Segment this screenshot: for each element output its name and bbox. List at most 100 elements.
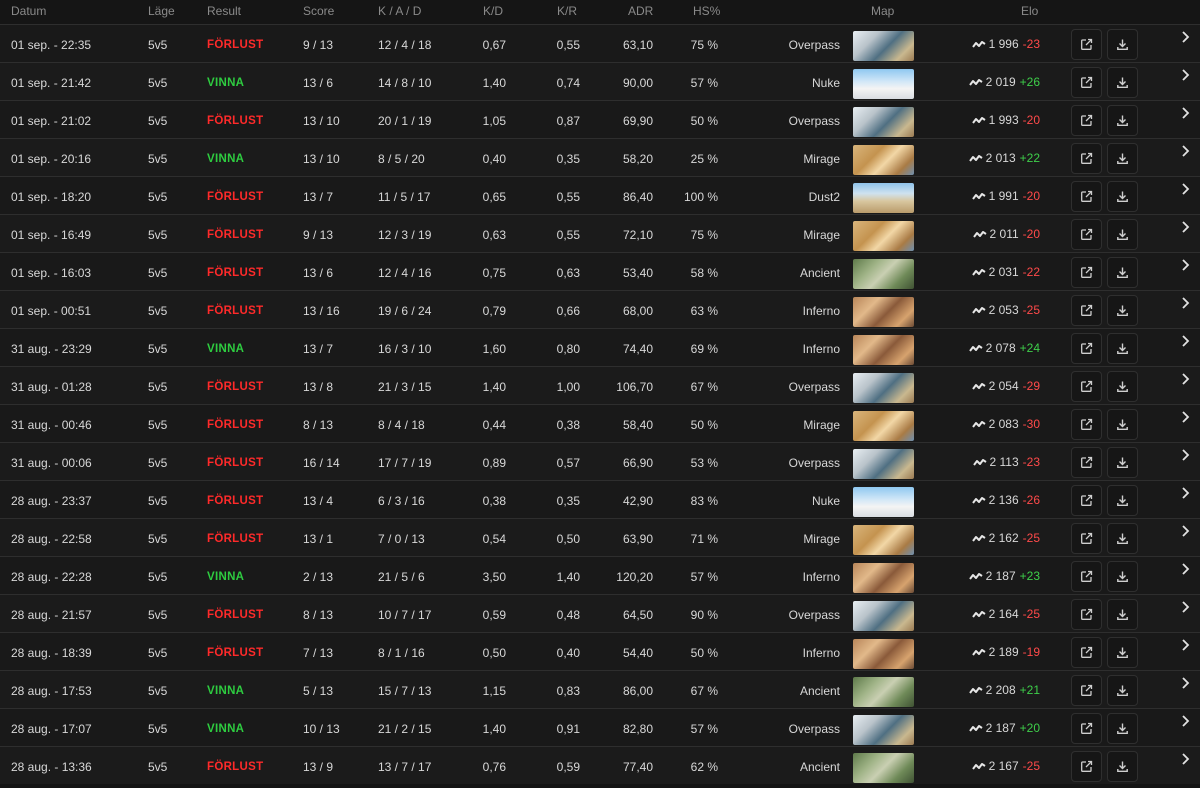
chevron-right-icon[interactable]: [1180, 713, 1190, 729]
open-match-button[interactable]: [1071, 561, 1102, 592]
match-score: 13 / 6: [303, 76, 334, 90]
download-demo-button[interactable]: [1107, 751, 1138, 782]
chevron-right-icon[interactable]: [1180, 295, 1190, 311]
chevron-right-icon[interactable]: [1180, 675, 1190, 691]
match-row-8[interactable]: 01 sep. - 00:51 5v5 FÖRLUST 13 / 16 19 /…: [0, 290, 1200, 328]
match-kd: 1,15: [482, 684, 506, 698]
open-match-button[interactable]: [1071, 333, 1102, 364]
download-demo-button[interactable]: [1107, 257, 1138, 288]
download-demo-button[interactable]: [1107, 371, 1138, 402]
match-row-17[interactable]: 28 aug. - 18:39 5v5 FÖRLUST 7 / 13 8 / 1…: [0, 632, 1200, 670]
download-demo-button[interactable]: [1107, 67, 1138, 98]
match-date: 28 aug. - 13:36: [11, 760, 92, 774]
col-mode-header[interactable]: Läge: [148, 4, 175, 18]
chevron-right-icon[interactable]: [1180, 29, 1190, 45]
chevron-right-icon[interactable]: [1180, 447, 1190, 463]
match-row-3[interactable]: 01 sep. - 21:02 5v5 FÖRLUST 13 / 10 20 /…: [0, 100, 1200, 138]
open-match-button[interactable]: [1071, 29, 1102, 60]
chevron-right-icon[interactable]: [1180, 219, 1190, 235]
download-demo-button[interactable]: [1107, 181, 1138, 212]
match-map-name: Dust2: [808, 190, 840, 204]
match-row-2[interactable]: 01 sep. - 21:42 5v5 VINNA 13 / 6 14 / 8 …: [0, 62, 1200, 100]
download-demo-button[interactable]: [1107, 219, 1138, 250]
col-elo-header[interactable]: Elo: [1021, 4, 1038, 18]
download-demo-button[interactable]: [1107, 105, 1138, 136]
open-match-button[interactable]: [1071, 257, 1102, 288]
col-hs-header[interactable]: HS%: [693, 4, 720, 18]
chevron-right-icon[interactable]: [1180, 523, 1190, 539]
match-row-6[interactable]: 01 sep. - 16:49 5v5 FÖRLUST 9 / 13 12 / …: [0, 214, 1200, 252]
download-demo-button[interactable]: [1107, 637, 1138, 668]
open-match-button[interactable]: [1071, 675, 1102, 706]
download-demo-button[interactable]: [1107, 143, 1138, 174]
match-row-7[interactable]: 01 sep. - 16:03 5v5 FÖRLUST 13 / 6 12 / …: [0, 252, 1200, 290]
chevron-right-icon[interactable]: [1180, 751, 1190, 767]
match-mode: 5v5: [148, 114, 168, 128]
open-match-button[interactable]: [1071, 105, 1102, 136]
open-match-button[interactable]: [1071, 67, 1102, 98]
match-row-1[interactable]: 01 sep. - 22:35 5v5 FÖRLUST 9 / 13 12 / …: [0, 24, 1200, 62]
chevron-right-icon[interactable]: [1180, 637, 1190, 653]
match-row-5[interactable]: 01 sep. - 18:20 5v5 FÖRLUST 13 / 7 11 / …: [0, 176, 1200, 214]
match-kd: 0,79: [482, 304, 506, 318]
download-demo-button[interactable]: [1107, 333, 1138, 364]
open-match-button[interactable]: [1071, 143, 1102, 174]
match-row-18[interactable]: 28 aug. - 17:53 5v5 VINNA 5 / 13 15 / 7 …: [0, 670, 1200, 708]
open-match-button[interactable]: [1071, 485, 1102, 516]
download-demo-button[interactable]: [1107, 409, 1138, 440]
download-demo-button[interactable]: [1107, 713, 1138, 744]
col-map-header[interactable]: Map: [871, 4, 894, 18]
match-row-10[interactable]: 31 aug. - 01:28 5v5 FÖRLUST 13 / 8 21 / …: [0, 366, 1200, 404]
download-demo-button[interactable]: [1107, 447, 1138, 478]
open-match-button[interactable]: [1071, 295, 1102, 326]
open-match-button[interactable]: [1071, 219, 1102, 250]
match-row-14[interactable]: 28 aug. - 22:58 5v5 FÖRLUST 13 / 1 7 / 0…: [0, 518, 1200, 556]
open-match-button[interactable]: [1071, 751, 1102, 782]
chevron-right-icon[interactable]: [1180, 599, 1190, 615]
chevron-right-icon[interactable]: [1180, 143, 1190, 159]
open-match-button[interactable]: [1071, 637, 1102, 668]
download-demo-button[interactable]: [1107, 675, 1138, 706]
match-result: FÖRLUST: [207, 533, 264, 545]
chevron-right-icon[interactable]: [1180, 371, 1190, 387]
download-demo-button[interactable]: [1107, 295, 1138, 326]
match-row-12[interactable]: 31 aug. - 00:06 5v5 FÖRLUST 16 / 14 17 /…: [0, 442, 1200, 480]
elo-delta: -25: [1022, 607, 1040, 621]
chevron-right-icon[interactable]: [1180, 333, 1190, 349]
col-kad-header[interactable]: K / A / D: [378, 4, 421, 18]
open-match-button[interactable]: [1071, 599, 1102, 630]
download-demo-button[interactable]: [1107, 485, 1138, 516]
match-row-20[interactable]: 28 aug. - 13:36 5v5 FÖRLUST 13 / 9 13 / …: [0, 746, 1200, 784]
download-demo-button[interactable]: [1107, 561, 1138, 592]
match-row-19[interactable]: 28 aug. - 17:07 5v5 VINNA 10 / 13 21 / 2…: [0, 708, 1200, 746]
chevron-right-icon[interactable]: [1180, 67, 1190, 83]
open-match-button[interactable]: [1071, 409, 1102, 440]
download-demo-button[interactable]: [1107, 523, 1138, 554]
match-row-11[interactable]: 31 aug. - 00:46 5v5 FÖRLUST 8 / 13 8 / 4…: [0, 404, 1200, 442]
open-match-button[interactable]: [1071, 181, 1102, 212]
chevron-right-icon[interactable]: [1180, 561, 1190, 577]
col-score-header[interactable]: Score: [303, 4, 334, 18]
open-match-button[interactable]: [1071, 713, 1102, 744]
download-demo-button[interactable]: [1107, 29, 1138, 60]
match-row-4[interactable]: 01 sep. - 20:16 5v5 VINNA 13 / 10 8 / 5 …: [0, 138, 1200, 176]
match-row-15[interactable]: 28 aug. - 22:28 5v5 VINNA 2 / 13 21 / 5 …: [0, 556, 1200, 594]
chevron-right-icon[interactable]: [1180, 409, 1190, 425]
match-row-13[interactable]: 28 aug. - 23:37 5v5 FÖRLUST 13 / 4 6 / 3…: [0, 480, 1200, 518]
match-row-9[interactable]: 31 aug. - 23:29 5v5 VINNA 13 / 7 16 / 3 …: [0, 328, 1200, 366]
chevron-right-icon[interactable]: [1180, 181, 1190, 197]
col-kd-header[interactable]: K/D: [483, 4, 503, 18]
col-adr-header[interactable]: ADR: [628, 4, 653, 18]
open-match-button[interactable]: [1071, 447, 1102, 478]
col-kr-header[interactable]: K/R: [557, 4, 577, 18]
col-date-header[interactable]: Datum: [11, 4, 46, 18]
open-match-button[interactable]: [1071, 371, 1102, 402]
chevron-right-icon[interactable]: [1180, 105, 1190, 121]
match-row-16[interactable]: 28 aug. - 21:57 5v5 FÖRLUST 8 / 13 10 / …: [0, 594, 1200, 632]
download-demo-button[interactable]: [1107, 599, 1138, 630]
chevron-right-icon[interactable]: [1180, 257, 1190, 273]
elo-delta: -26: [1022, 493, 1040, 507]
chevron-right-icon[interactable]: [1180, 485, 1190, 501]
col-result-header[interactable]: Result: [207, 4, 241, 18]
open-match-button[interactable]: [1071, 523, 1102, 554]
